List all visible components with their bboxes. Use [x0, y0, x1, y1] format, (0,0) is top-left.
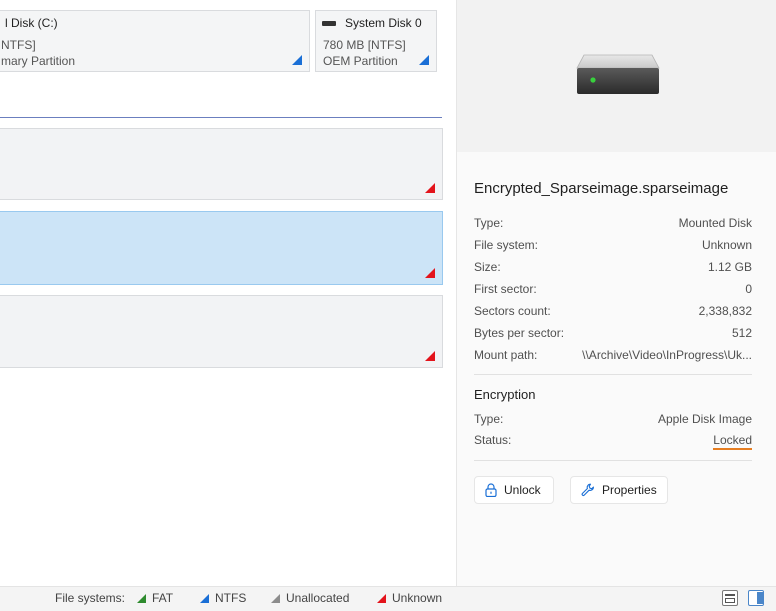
info-row-size: Size: 1.12 GB [474, 260, 752, 276]
unknown-marker-icon [425, 268, 435, 278]
encryption-row-status: Status: Locked [474, 433, 752, 450]
info-value: Unknown [701, 238, 752, 252]
info-label: File system: [474, 238, 539, 252]
partition-local-disk-c[interactable]: l Disk (C:) NTFS] mary Partition [0, 10, 310, 72]
disk-divider [0, 117, 442, 118]
section-divider [474, 460, 752, 461]
info-label: Mount path: [474, 348, 538, 362]
section-divider [474, 374, 752, 375]
unknown-marker-icon [425, 351, 435, 361]
unknown-triangle-icon [377, 593, 386, 603]
unallocated-triangle-icon [271, 593, 280, 603]
partition-filesystem: NTFS] [1, 38, 36, 52]
fat-triangle-icon [137, 593, 146, 603]
locked-status: Locked [713, 433, 752, 450]
legend-item-unknown: Unknown [377, 591, 442, 605]
info-row-bytes-per-sector: Bytes per sector: 512 [474, 326, 752, 342]
info-value: 512 [731, 326, 752, 340]
disk-row-unknown-1[interactable] [0, 128, 443, 200]
partition-title-row: System Disk 0 [322, 16, 422, 31]
details-panel: Encrypted_Sparseimage.sparseimage Type: … [456, 0, 776, 586]
partition-title: System Disk 0 [345, 16, 422, 30]
info-value: Apple Disk Image [657, 412, 752, 426]
ntfs-marker-icon [419, 55, 429, 65]
info-row-sectors-count: Sectors count: 2,338,832 [474, 304, 752, 320]
unlock-button[interactable]: Unlock [474, 476, 554, 504]
drive-icon [322, 21, 336, 26]
partition-system-disk-0[interactable]: System Disk 0 780 MB [NTFS] OEM Partitio… [315, 10, 437, 72]
info-row-type: Type: Mounted Disk [474, 216, 752, 232]
info-value: 1.12 GB [707, 260, 752, 274]
legend-name: Unallocated [286, 591, 350, 605]
hard-drive-icon [576, 54, 660, 94]
info-row-first-sector: First sector: 0 [474, 282, 752, 298]
legend-item-unallocated: Unallocated [271, 591, 349, 605]
legend-name: Unknown [392, 591, 443, 605]
legend-item-fat: FAT [137, 591, 173, 605]
info-row-file-system: File system: Unknown [474, 238, 752, 254]
partition-title: l Disk (C:) [5, 16, 58, 30]
legend-item-ntfs: NTFS [200, 591, 246, 605]
lock-icon [485, 483, 497, 497]
legend-label: File systems: [55, 591, 126, 605]
info-label: First sector: [474, 282, 537, 296]
encryption-heading: Encryption [474, 387, 536, 402]
disk-preview [457, 0, 776, 152]
ntfs-marker-icon [292, 55, 302, 65]
legend-name: FAT [152, 591, 174, 605]
view-toggle-icon[interactable] [722, 590, 738, 606]
properties-button[interactable]: Properties [570, 476, 668, 504]
info-row-mount-path: Mount path: \\Archive\Video\InProgress\U… [474, 348, 752, 364]
unlock-label: Unlock [504, 483, 541, 497]
status-bar: File systems: FAT NTFS Unallocated Unkno… [0, 586, 776, 611]
partition-map: l Disk (C:) NTFS] mary Partition System … [0, 0, 455, 586]
partition-type: OEM Partition [323, 54, 398, 68]
info-label: Status: [474, 433, 512, 447]
info-label: Type: [474, 216, 504, 230]
partition-filesystem: 780 MB [NTFS] [323, 38, 406, 52]
ntfs-triangle-icon [200, 593, 209, 603]
wrench-icon [581, 483, 594, 496]
disk-row-unknown-3[interactable] [0, 295, 443, 368]
info-value: \\Archive\Video\InProgress\Uk... [582, 348, 752, 362]
info-label: Sectors count: [474, 304, 551, 318]
disk-name: Encrypted_Sparseimage.sparseimage [474, 180, 729, 197]
disk-row-selected[interactable] [0, 211, 443, 285]
partition-type: mary Partition [1, 54, 76, 68]
unknown-marker-icon [425, 183, 435, 193]
info-value: Mounted Disk [678, 216, 752, 230]
legend-name: NTFS [215, 591, 247, 605]
info-label: Type: [474, 412, 504, 426]
info-label: Bytes per sector: [474, 326, 565, 340]
info-value: 2,338,832 [698, 304, 752, 318]
encryption-row-type: Type: Apple Disk Image [474, 412, 752, 428]
properties-label: Properties [602, 483, 657, 497]
info-value: 0 [745, 282, 752, 296]
panel-toggle-icon[interactable] [748, 590, 764, 606]
info-label: Size: [474, 260, 501, 274]
